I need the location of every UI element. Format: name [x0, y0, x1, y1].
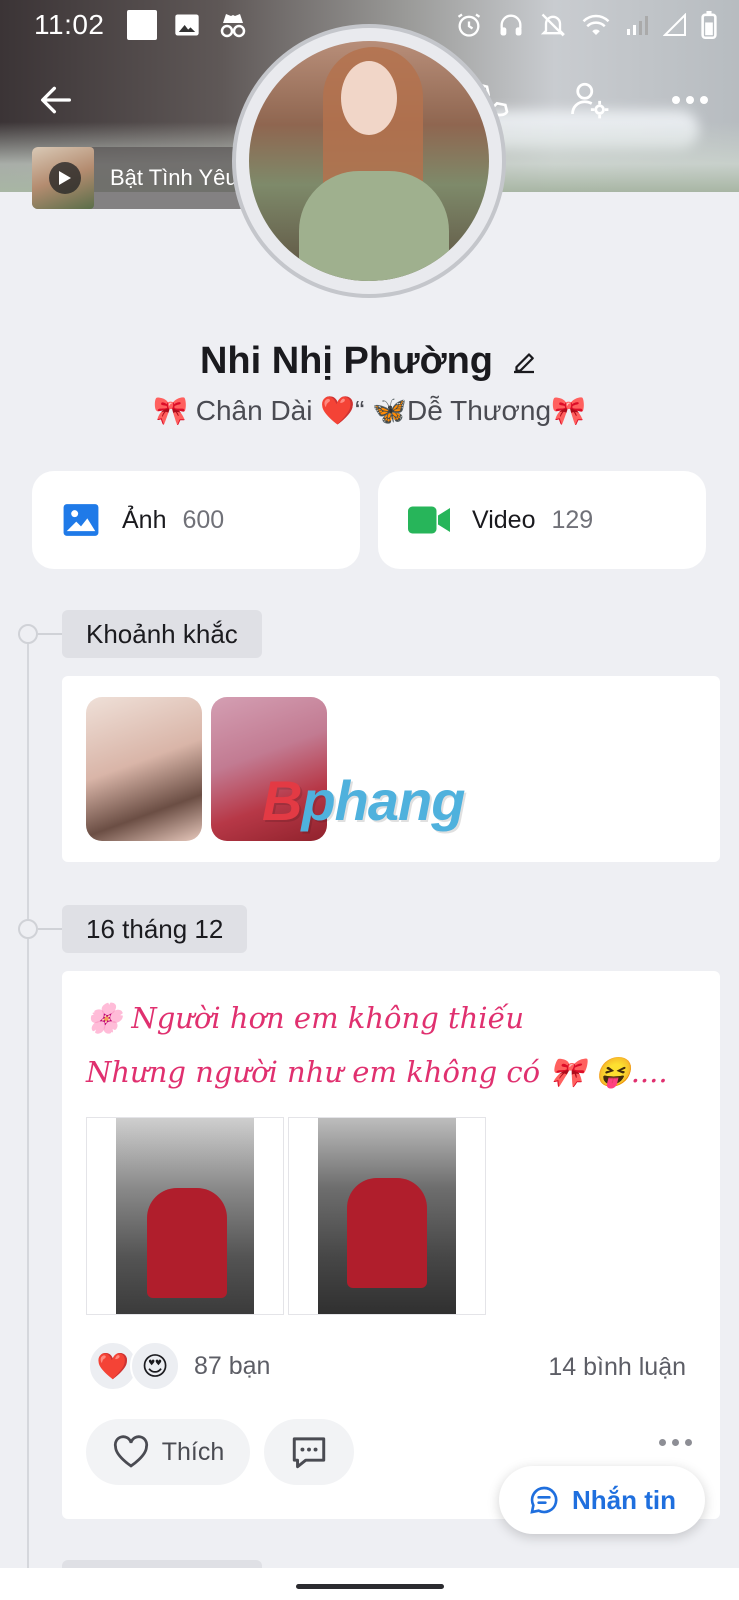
back-arrow-icon [41, 86, 72, 114]
photo-icon [63, 504, 99, 536]
timeline-dot [18, 919, 38, 939]
profile-settings-button[interactable] [562, 72, 618, 128]
heart-eyes-reaction-icon: 😍 [130, 1341, 180, 1391]
heart-outline-icon [113, 1435, 148, 1468]
comment-button[interactable] [264, 1419, 354, 1485]
videos-count: 129 [551, 505, 594, 534]
date-section-label: 16 tháng 12 [62, 905, 248, 953]
moments-section-label: Khoảnh khắc [62, 610, 262, 658]
timeline-dot [18, 624, 38, 644]
chat-icon [530, 1486, 558, 1514]
photos-label: Ảnh [122, 505, 167, 534]
signal-outline-icon [663, 13, 686, 36]
post-text-line-2: Nhưng người như em không có￼ 🎀 😝.... [86, 1055, 668, 1089]
timeline-tick [38, 633, 62, 635]
profile-name: Nhi Nhị Phường [199, 340, 494, 382]
notification-square-icon [126, 10, 157, 40]
battery-icon [701, 11, 717, 39]
like-button[interactable]: Thích [86, 1419, 250, 1485]
photos-card[interactable]: Ảnh 600 [32, 471, 360, 569]
photos-count: 600 [182, 505, 225, 534]
more-options-button[interactable] [662, 72, 718, 128]
play-icon [59, 171, 71, 185]
watermark-initial: B [262, 769, 302, 832]
post-text-line-1: 🌸 Người hơn em không thiếu [86, 1001, 525, 1035]
avatar-face-shape [341, 61, 397, 135]
videos-label: Video [472, 505, 536, 534]
avatar[interactable] [232, 24, 506, 298]
post-card: 🌸 Người hơn em không thiếu Nhưng người n… [62, 971, 720, 1519]
post-photo-dress-shape [347, 1178, 427, 1288]
headphones-icon [500, 14, 522, 36]
send-message-button[interactable]: Nhắn tin [499, 1466, 705, 1534]
like-label: Thích [161, 1437, 225, 1466]
image-icon [174, 14, 199, 36]
reactions-summary[interactable]: ❤️ 😍 87 bạn [88, 1341, 270, 1391]
comment-count[interactable]: 14 bình luận [548, 1353, 686, 1382]
send-message-label: Nhắn tin [572, 1484, 676, 1515]
comment-bubble-icon [292, 1437, 326, 1469]
dot [659, 1439, 666, 1446]
home-indicator[interactable] [296, 1584, 444, 1589]
user-settings-icon [571, 82, 609, 119]
timeline-line [27, 634, 29, 1574]
post-more-button[interactable] [659, 1439, 692, 1446]
play-button[interactable] [49, 162, 81, 194]
signal-icon [627, 16, 648, 35]
edit-pencil-icon[interactable] [509, 347, 539, 377]
bell-off-icon [540, 13, 566, 37]
dot [685, 1439, 692, 1446]
music-thumbnail [32, 147, 94, 209]
post-photo[interactable] [288, 1117, 486, 1315]
post-photo-dress-shape [147, 1188, 227, 1298]
dot [672, 1439, 679, 1446]
watermark-logo: Bphang [262, 768, 465, 833]
back-button[interactable] [28, 72, 84, 128]
moments-panel: Bphang [62, 676, 720, 862]
videos-card[interactable]: Video 129 [378, 471, 706, 569]
status-time: 11:02 [34, 9, 105, 40]
profile-name-row: Nhi Nhị Phường [0, 340, 739, 383]
post-photo[interactable] [86, 1117, 284, 1315]
reaction-count: 87 bạn [194, 1351, 271, 1380]
video-camera-icon [408, 506, 450, 534]
profile-bio: 🎀 Chân Dài ❤️“ 🦋Dễ Thương🎀 [153, 395, 586, 426]
wifi-icon [582, 14, 610, 35]
avatar-photo [249, 41, 489, 281]
watermark-text: phang [301, 769, 465, 832]
post-text: 🌸 Người hơn em không thiếu Nhưng người n… [86, 991, 696, 1099]
incognito-icon [220, 14, 245, 38]
timeline-tick [38, 928, 62, 930]
alarm-icon [457, 13, 481, 37]
moment-thumbnail[interactable] [86, 697, 202, 841]
avatar-dress-shape [299, 171, 449, 281]
more-horizontal-icon [672, 96, 708, 104]
